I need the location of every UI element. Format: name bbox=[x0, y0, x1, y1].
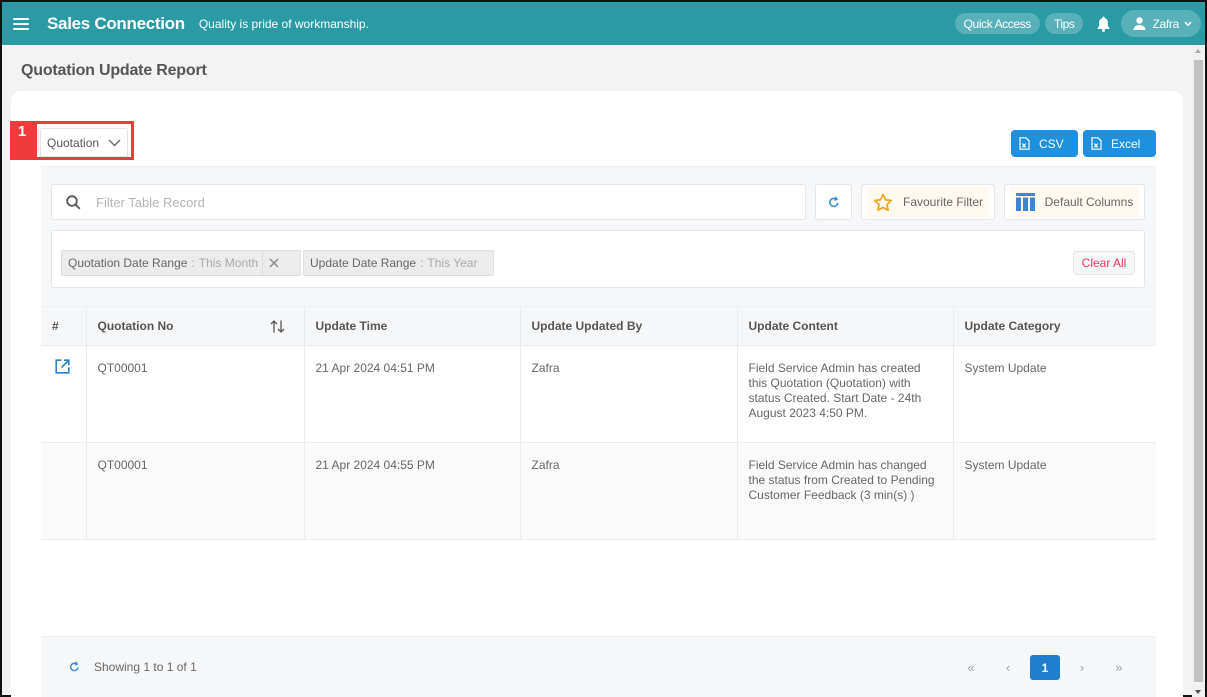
table-row: QT00001 21 Apr 2024 04:55 PM Zafra Field… bbox=[41, 442, 1156, 540]
favourite-filter-label: Favourite Filter bbox=[902, 195, 984, 209]
pagination: « ‹ 1 › » bbox=[949, 655, 1134, 680]
column-header-index: # bbox=[41, 306, 87, 346]
chevron-down-icon bbox=[1184, 21, 1192, 26]
cell-updated-by: Zafra bbox=[520, 442, 738, 540]
table-footer: Showing 1 to 1 of 1 « ‹ 1 › » bbox=[41, 636, 1156, 697]
filter-chip-key: Update Date Range bbox=[310, 256, 417, 270]
column-header-update-content[interactable]: Update Content bbox=[737, 306, 954, 346]
updates-table: # Quotation No Update Time Update Update… bbox=[41, 306, 1156, 540]
module-select-value: Quotation bbox=[47, 135, 100, 150]
column-header-updated-by[interactable]: Update Updated By bbox=[520, 306, 738, 346]
filter-chip-key: Quotation Date Range bbox=[68, 256, 188, 270]
active-filters-box: Quotation Date Range : This Month Update… bbox=[51, 230, 1145, 288]
refresh-icon bbox=[828, 195, 839, 207]
sort-icon[interactable] bbox=[270, 320, 285, 333]
tips-button[interactable]: Tips bbox=[1044, 13, 1084, 34]
annotation-marker: 1 bbox=[10, 121, 34, 160]
cell-updated-by: Zafra bbox=[520, 345, 738, 443]
scroll-up-arrow[interactable] bbox=[1195, 49, 1201, 53]
favourite-filter-button[interactable]: Favourite Filter bbox=[861, 184, 995, 220]
scrollbar-thumb[interactable] bbox=[1194, 60, 1203, 682]
close-icon[interactable] bbox=[262, 251, 284, 275]
showing-count: Showing 1 to 1 of 1 bbox=[94, 660, 197, 674]
table-row: QT00001 21 Apr 2024 04:51 PM Zafra Field… bbox=[41, 345, 1156, 443]
filter-chip-value: This Month bbox=[198, 256, 259, 270]
user-menu-button[interactable]: Zafra bbox=[1121, 10, 1201, 37]
file-excel-icon bbox=[1019, 137, 1030, 150]
refresh-icon[interactable] bbox=[69, 661, 80, 673]
search-icon bbox=[66, 194, 81, 209]
column-header-update-time[interactable]: Update Time bbox=[304, 306, 521, 346]
chevron-down-icon bbox=[108, 139, 121, 146]
cell-update-time: 21 Apr 2024 04:51 PM bbox=[304, 345, 521, 443]
export-excel-label: Excel bbox=[1111, 136, 1141, 151]
filter-search-input[interactable] bbox=[96, 194, 696, 210]
cell-quotation-no[interactable]: QT00001 bbox=[86, 442, 305, 540]
cell-update-category: System Update bbox=[953, 442, 1156, 540]
table-header-row: # Quotation No Update Time Update Update… bbox=[41, 306, 1156, 346]
column-header-update-category[interactable]: Update Category bbox=[953, 306, 1156, 346]
top-navbar: Sales Connection Quality is pride of wor… bbox=[2, 2, 1205, 45]
quick-access-button[interactable]: Quick Access bbox=[954, 13, 1040, 34]
filter-chip-value: This Year bbox=[427, 256, 478, 270]
file-excel-icon bbox=[1091, 137, 1102, 150]
default-columns-label: Default Columns bbox=[1044, 195, 1134, 209]
clear-all-button[interactable]: Clear All bbox=[1073, 251, 1135, 275]
export-csv-label: CSV bbox=[1039, 136, 1064, 151]
star-icon bbox=[873, 193, 893, 211]
scroll-down-arrow[interactable] bbox=[1195, 690, 1201, 694]
next-page-button[interactable]: › bbox=[1067, 655, 1097, 680]
refresh-button[interactable] bbox=[815, 184, 852, 220]
first-page-button[interactable]: « bbox=[956, 655, 986, 680]
brand-name[interactable]: Sales Connection bbox=[47, 14, 185, 34]
cell-update-content: Field Service Admin has created this Quo… bbox=[737, 345, 954, 443]
menu-icon[interactable] bbox=[13, 17, 29, 30]
module-select-dropdown[interactable]: Quotation bbox=[40, 128, 128, 157]
prev-page-button[interactable]: ‹ bbox=[993, 655, 1023, 680]
cell-update-category: System Update bbox=[953, 345, 1156, 443]
page-title: Quotation Update Report bbox=[21, 62, 207, 79]
cell-update-time: 21 Apr 2024 04:55 PM bbox=[304, 442, 521, 540]
export-excel-button[interactable]: Excel bbox=[1083, 130, 1156, 157]
page-button-current[interactable]: 1 bbox=[1030, 655, 1060, 680]
filter-chip-update-date[interactable]: Update Date Range : This Year bbox=[303, 250, 494, 276]
bell-icon[interactable] bbox=[1093, 14, 1113, 34]
default-columns-button[interactable]: Default Columns bbox=[1004, 184, 1145, 220]
export-csv-button[interactable]: CSV bbox=[1011, 130, 1078, 157]
filter-chip-quotation-date[interactable]: Quotation Date Range : This Month bbox=[61, 250, 301, 276]
cell-update-content: Field Service Admin has changed the stat… bbox=[737, 442, 954, 540]
column-header-quotation-no[interactable]: Quotation No bbox=[86, 306, 305, 346]
user-name: Zafra bbox=[1152, 16, 1179, 31]
search-box[interactable] bbox=[51, 184, 806, 220]
cell-quotation-no[interactable]: QT00001 bbox=[86, 345, 305, 443]
columns-icon bbox=[1015, 193, 1035, 211]
last-page-button[interactable]: » bbox=[1104, 655, 1134, 680]
open-external-icon[interactable] bbox=[55, 359, 70, 374]
user-icon bbox=[1133, 17, 1146, 30]
brand-tagline: Quality is pride of workmanship. bbox=[198, 16, 369, 31]
page-scrollbar[interactable] bbox=[1192, 46, 1205, 697]
